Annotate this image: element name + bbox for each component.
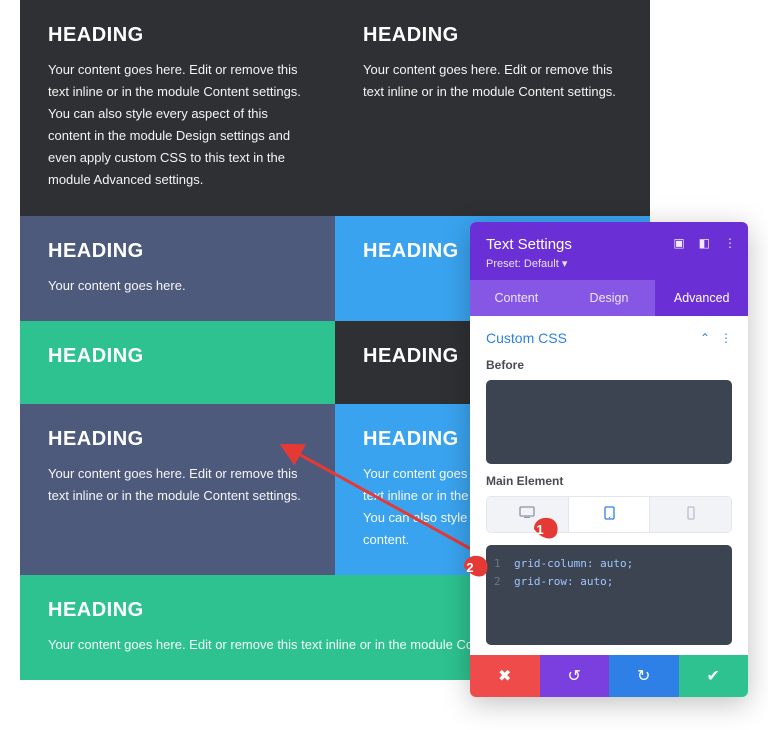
module-body: Your content goes here. Edit or remove t… — [48, 463, 307, 507]
main-element-css-input[interactable]: 12 grid-column: auto; grid-row: auto; — [486, 545, 732, 645]
before-css-input[interactable] — [486, 380, 732, 464]
module-body: Your content goes here. Edit or remove t… — [48, 59, 307, 192]
module-heading: HEADING — [48, 345, 307, 368]
device-tablet[interactable] — [568, 497, 651, 532]
code-line-1: grid-column: auto; — [514, 557, 633, 570]
text-module[interactable]: HEADING Your content goes here. Edit or … — [20, 0, 335, 216]
panel-footer: ✖ ↺ ↻ ✔ — [470, 655, 748, 697]
module-body: Your content goes here. — [48, 275, 307, 297]
save-button[interactable]: ✔ — [679, 655, 749, 697]
more-icon[interactable]: ⋮ — [724, 236, 736, 250]
text-module[interactable]: HEADING Your content goes here. Edit or … — [20, 404, 335, 575]
responsive-tabs — [486, 496, 732, 533]
module-heading: HEADING — [363, 24, 622, 47]
device-phone[interactable] — [650, 497, 731, 532]
panel-body: Custom CSS ⌃ ⋮ Before Main Element — [470, 316, 748, 655]
module-heading: HEADING — [48, 240, 307, 263]
text-module[interactable]: HEADING Your content goes here. Edit or … — [335, 0, 650, 216]
module-body: Your content goes here. Edit or remove t… — [363, 59, 622, 103]
expand-icon[interactable]: ◧ — [699, 236, 710, 250]
redo-button[interactable]: ↻ — [609, 655, 679, 697]
main-element-label: Main Element — [486, 474, 732, 488]
module-heading: HEADING — [48, 24, 307, 47]
module-heading: HEADING — [48, 428, 307, 451]
preset-selector[interactable]: Preset: Default ▾ — [486, 257, 732, 270]
section-title[interactable]: Custom CSS — [486, 330, 567, 346]
text-module[interactable]: HEADING Your content goes here. — [20, 216, 335, 321]
tab-content[interactable]: Content — [470, 280, 563, 316]
line-gutter: 12 — [494, 555, 501, 590]
undo-button[interactable]: ↺ — [540, 655, 610, 697]
focus-icon[interactable]: ▣ — [673, 236, 684, 250]
collapse-icon[interactable]: ⌃ — [700, 331, 710, 345]
text-settings-panel: Text Settings Preset: Default ▾ ▣ ◧ ⋮ Co… — [470, 222, 748, 697]
device-desktop[interactable] — [487, 497, 568, 532]
panel-header[interactable]: Text Settings Preset: Default ▾ ▣ ◧ ⋮ — [470, 222, 748, 280]
tab-advanced[interactable]: Advanced — [655, 280, 748, 316]
before-label: Before — [486, 358, 732, 372]
tab-design[interactable]: Design — [563, 280, 656, 316]
section-more-icon[interactable]: ⋮ — [720, 331, 732, 345]
text-module[interactable]: HEADING — [20, 321, 335, 404]
cancel-button[interactable]: ✖ — [470, 655, 540, 697]
code-line-2: grid-row: auto; — [514, 575, 613, 588]
panel-tabs: Content Design Advanced — [470, 280, 748, 316]
